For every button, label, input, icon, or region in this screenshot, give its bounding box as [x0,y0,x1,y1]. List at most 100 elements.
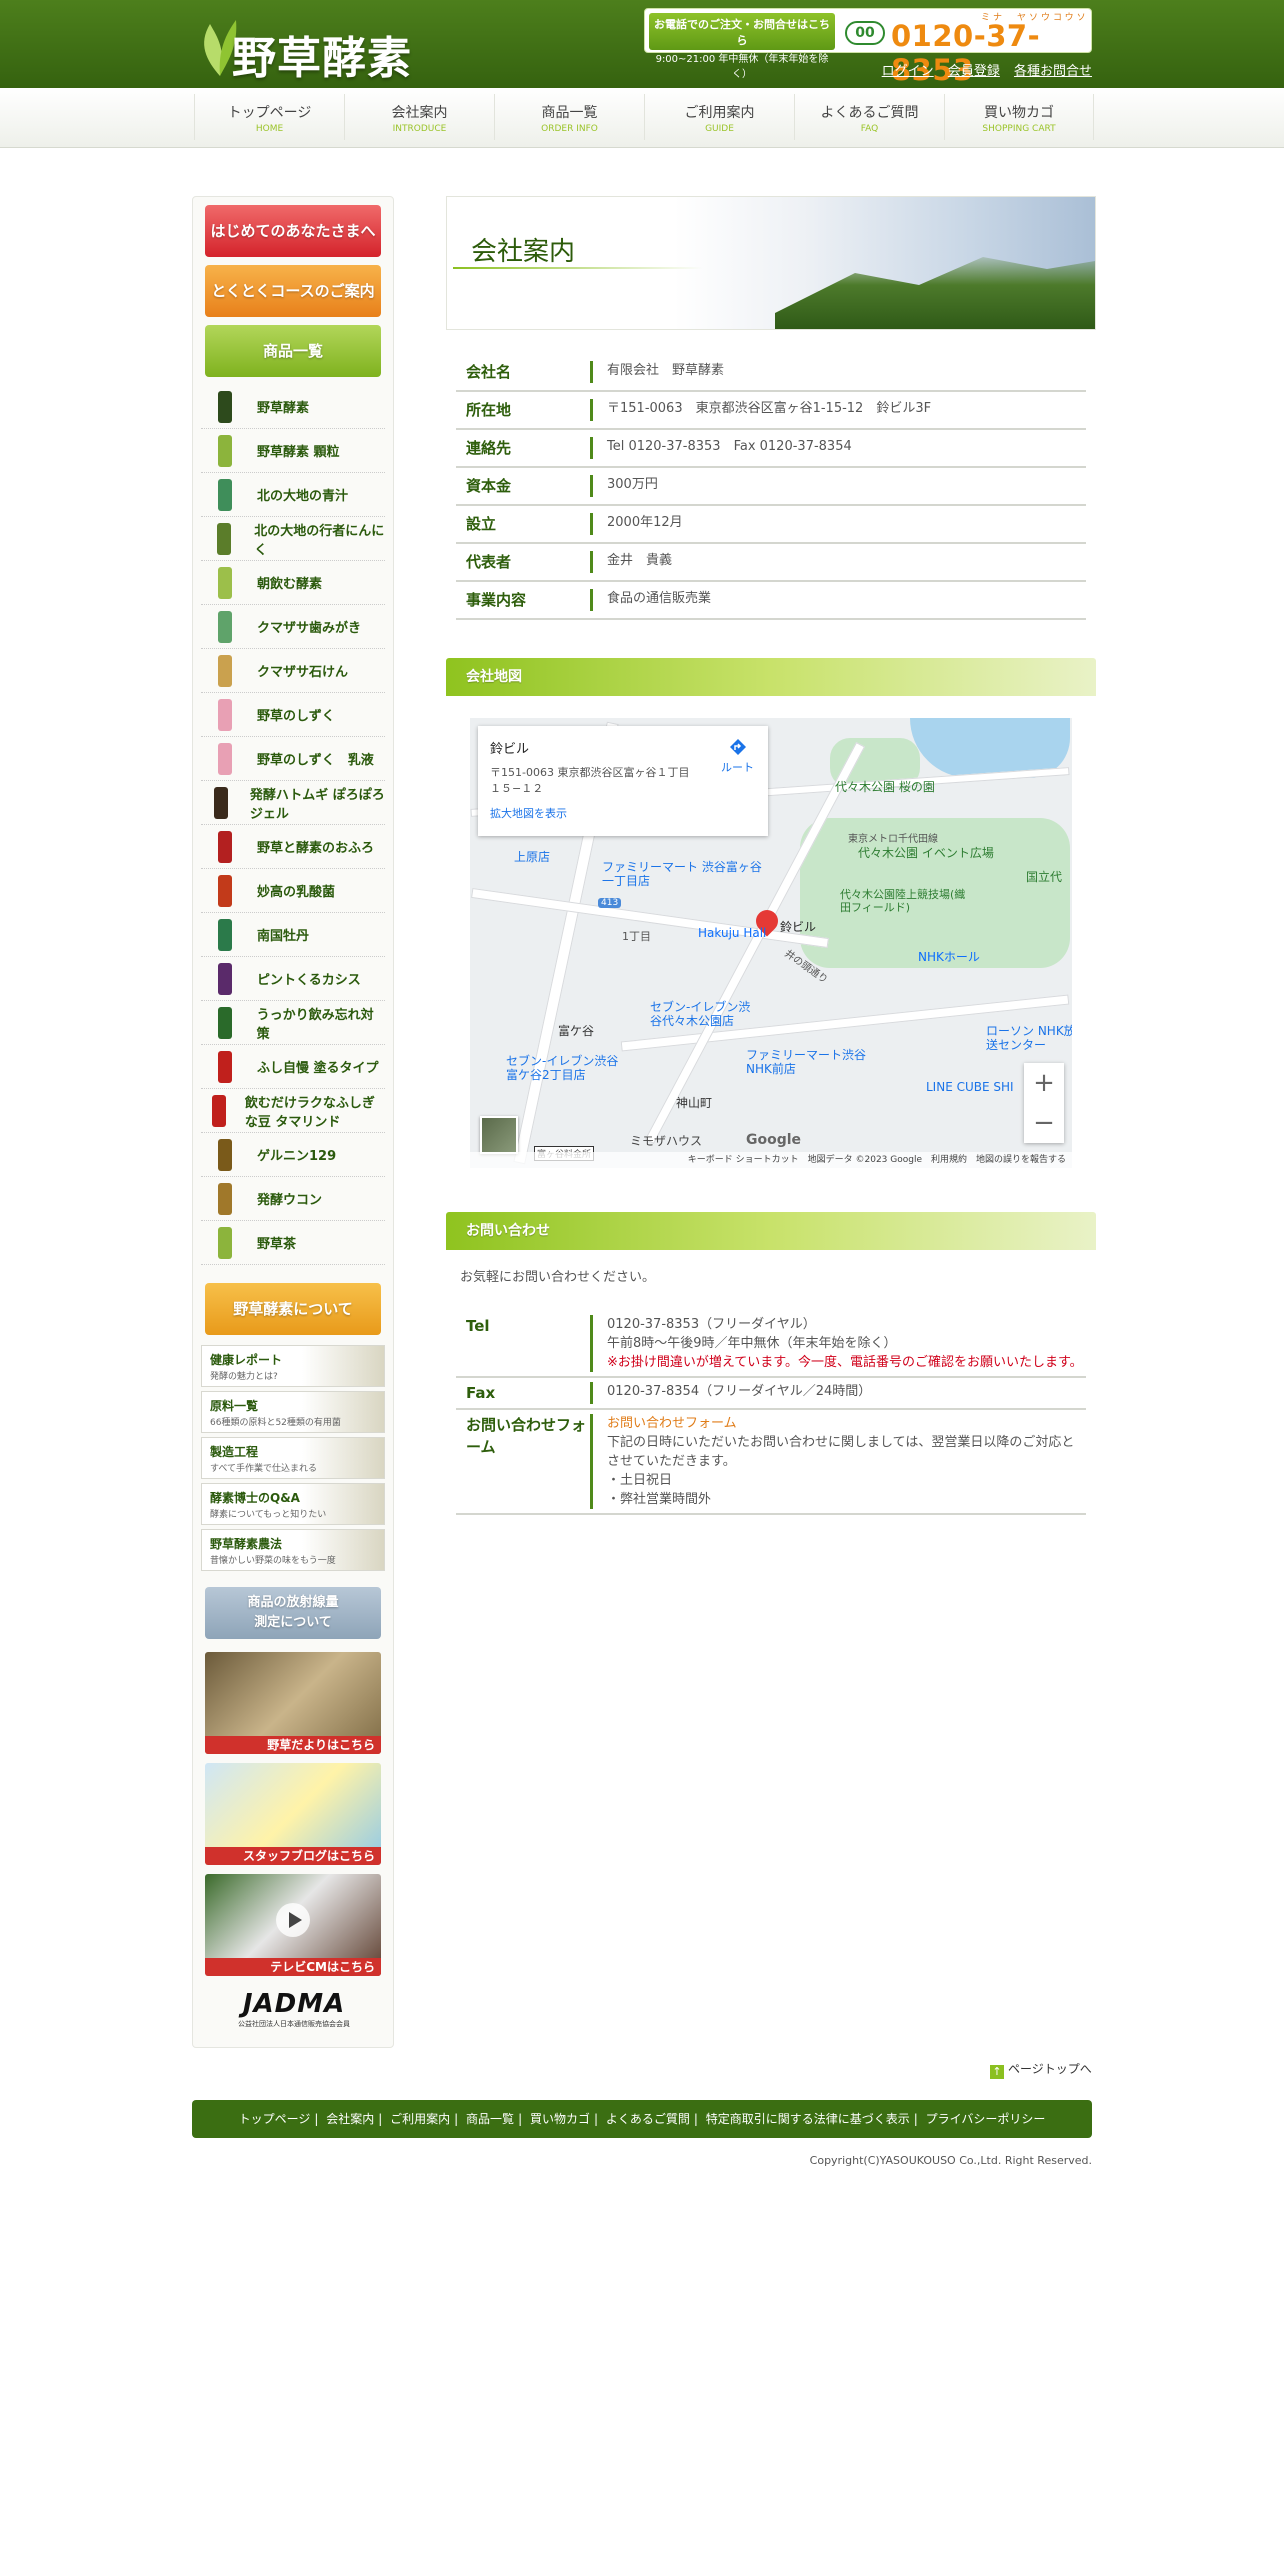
map-zoom-control: + − [1024,1063,1064,1143]
product-thumbnail [209,1226,241,1260]
product-item[interactable]: ピントくるカシス [201,957,385,1001]
product-item[interactable]: 北の大地の行者にんにく [201,517,385,561]
phone-caption: お電話でのご注文・お問合せはこちら [654,18,830,47]
footer-link[interactable]: 会社案内 [326,2112,374,2126]
product-image [218,874,232,907]
product-image [218,1182,232,1215]
map-route-link[interactable]: ルート [721,738,754,775]
product-item[interactable]: 野草のしずく 乳液 [201,737,385,781]
map-footer[interactable]: キーボード ショートカット 地図データ ©2023 Google 利用規約 地図… [470,1152,1072,1168]
product-item[interactable]: ふし自慢 塗るタイプ [201,1045,385,1089]
play-icon [276,1903,310,1937]
company-table: 会社名 有限会社 野草酵素 所在地 〒151-0063 東京都渋谷区富ヶ谷1-15-… [446,354,1096,620]
about-item[interactable]: 原料一覧 66種類の原料と52種類の有用菌 [201,1391,385,1433]
zoom-out-icon[interactable]: − [1024,1103,1064,1143]
product-name: 飲むだけラクなふしぎな豆 タマリンド [244,1095,375,1130]
nav-products[interactable]: 商品一覧 ORDER INFO [494,94,644,140]
product-item[interactable]: クマザサ石けん [201,649,385,693]
table-row: 会社名 有限会社 野草酵素 [456,354,1086,392]
course-button[interactable]: とくとくコースのご案内 [205,265,381,317]
contact-link[interactable]: 各種お問合せ [1014,64,1092,79]
product-item[interactable]: 朝飲む酵素 [201,561,385,605]
google-map[interactable]: 代々木公園 桜の園 東京メトロ千代田線 代々木公園 イベント広場 ファミリーマー… [470,718,1072,1168]
map-enlarge-link[interactable]: 拡大地図を表示 [490,805,756,821]
product-name: 野草のしずく [257,709,335,724]
row-value: 〒151-0063 東京都渋谷区富ヶ谷1-15-12 鈴ビル3F [590,399,1086,421]
about-title: 原料一覧 [210,1399,259,1413]
cm-banner[interactable]: テレビCMはこちら [205,1874,381,1976]
news-banner[interactable]: 野草だよりはこちら [205,1652,381,1754]
footer-link[interactable]: 買い物カゴ [530,2112,590,2126]
product-thumbnail [209,654,241,688]
nav-home[interactable]: トップページ HOME [194,94,344,140]
page-hero: 会社案内 [446,196,1096,330]
map-label: 413 [598,898,622,908]
product-image [217,1006,232,1039]
blog-banner[interactable]: スタッフブログはこちら [205,1763,381,1865]
nav-sublabel: HOME [255,124,284,134]
product-item[interactable]: 妙高の乳酸菌 [201,869,385,913]
site-logo[interactable]: 野草酵素 [196,8,426,84]
product-item[interactable]: 北の大地の青汁 [201,473,385,517]
nav-faq[interactable]: よくあるご質問 FAQ [794,94,944,140]
about-item[interactable]: 酵素博士のQ&A 酵素についてもっと知りたい [201,1483,385,1525]
about-sub: すべて手作業で仕込まれる [210,1464,318,1474]
phone-banner[interactable]: お電話でのご注文・お問合せはこちら 9:00~21:00 年中無休（年末年始を除… [644,8,1092,87]
product-name: 南国牡丹 [257,929,310,944]
form-note-item: ・弊社営業時間外 [607,1492,712,1507]
footer-link[interactable]: よくあるご質問 [606,2112,690,2126]
product-item[interactable]: 発酵ハトムギ ぽろぽろジェル [201,781,385,825]
product-item[interactable]: うっかり飲み忘れ対策 [201,1001,385,1045]
product-item[interactable]: クマザサ歯みがき [201,605,385,649]
footer-link[interactable]: ご利用案内 [390,2112,450,2126]
product-item[interactable]: 野草と酵素のおふろ [201,825,385,869]
product-list: 野草酵素 野草酵素 顆粒 北の大地の青汁 北の大地の行者にんにく 朝飲む酵素 クマザサ歯み… [201,385,385,1265]
directions-icon [729,739,746,755]
first-time-button[interactable]: はじめてのあなたさまへ [205,205,381,257]
product-item[interactable]: 南国牡丹 [201,913,385,957]
nav-label: 会社案内 [391,105,448,121]
product-item[interactable]: 野草酵素 顆粒 [201,429,385,473]
about-item[interactable]: 野草酵素農法 昔懐かしい野菜の味をもう一度 [201,1529,385,1571]
product-item[interactable]: 発酵ウコン [201,1177,385,1221]
cm-banner-caption: テレビCMはこちら [205,1958,381,1976]
footer-link[interactable]: 特定商取引に関する法律に基づく表示 [706,2112,910,2126]
product-name: ふし自慢 塗るタイプ [257,1061,379,1076]
row-value: 2000年12月 [590,513,1086,535]
contact-table: Tel 0120-37-8353（フリーダイヤル） 午前8時～午後9時／年中無休… [446,1311,1096,1515]
jadma-logo[interactable]: JADMA 公益社団法人日本通信販売協会会員 [229,1989,359,2029]
product-item[interactable]: 野草のしずく [201,693,385,737]
product-image [218,918,232,951]
product-item[interactable]: ゲルニン129 [201,1133,385,1177]
map-label: 1丁目 [622,930,651,943]
footer-link[interactable]: プライバシーポリシー [926,2112,1046,2126]
map-label: 代々木公園 イベント広場 [858,846,994,860]
product-item[interactable]: 野草茶 [201,1221,385,1265]
product-image [218,1138,232,1171]
nav-cart[interactable]: 買い物カゴ SHOPPING CART [944,94,1094,140]
nav-sublabel: SHOPPING CART [982,124,1056,134]
contact-section-header: お問い合わせ [446,1212,1096,1250]
satellite-toggle[interactable] [480,1116,518,1154]
row-value: 金井 貴義 [590,551,1086,573]
about-item[interactable]: 健康レポート 発酵の魅力とは? [201,1345,385,1387]
page-top-link[interactable]: ↑ ページトップへ [990,2060,1092,2079]
map-card-address: 〒151-0063 東京都渋谷区富ヶ谷１丁目１５−１２ [490,766,690,795]
products-header: 商品一覧 [205,325,381,377]
about-item[interactable]: 製造工程 すべて手作業で仕込まれる [201,1437,385,1479]
zoom-in-icon[interactable]: + [1024,1063,1064,1103]
register-link[interactable]: 会員登録 [948,64,1000,79]
product-item[interactable]: 飲むだけラクなふしぎな豆 タマリンド [201,1089,385,1133]
product-item[interactable]: 野草酵素 [201,385,385,429]
footer-link[interactable]: 商品一覧 [466,2112,514,2126]
nav-company[interactable]: 会社案内 INTRODUCE [344,94,494,140]
login-link[interactable]: ログイン [882,64,934,79]
logo-text: 野草酵素 [232,33,412,84]
product-name: 野草と酵素のおふろ [257,841,375,856]
map-label: 上原店 [514,850,551,864]
radiation-button[interactable]: 商品の放射線量 測定について [205,1587,381,1639]
footer-link[interactable]: トップページ [239,2112,311,2126]
nav-label: 商品一覧 [541,105,598,121]
nav-guide[interactable]: ご利用案内 GUIDE [644,94,794,140]
contact-form-link[interactable]: お問い合わせフォーム [607,1414,1086,1433]
